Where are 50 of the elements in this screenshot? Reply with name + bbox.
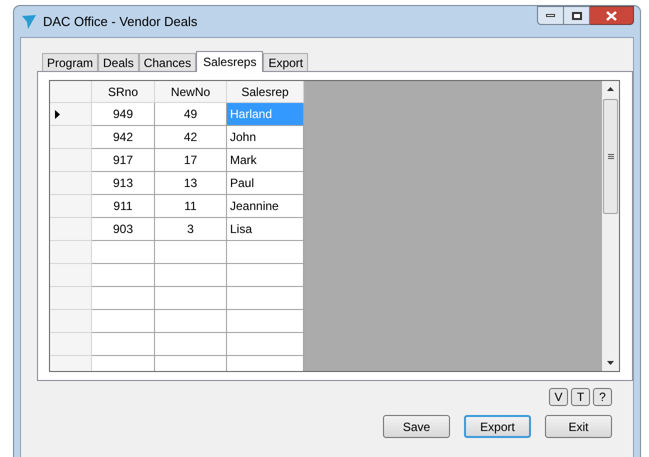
scroll-thumb[interactable] bbox=[603, 99, 618, 214]
small-button[interactable]: T bbox=[571, 388, 590, 406]
table-cell: 917 bbox=[92, 149, 155, 172]
table-cell: 17 bbox=[155, 149, 227, 172]
table-cell: 903 bbox=[92, 218, 155, 241]
table-cell: Harland bbox=[227, 103, 304, 126]
tab[interactable]: Chances bbox=[138, 53, 196, 71]
table-cell: 3 bbox=[155, 218, 227, 241]
table-cell: Jeannine bbox=[227, 195, 304, 218]
scroll-down-icon bbox=[607, 361, 614, 365]
empty-cell bbox=[155, 241, 227, 264]
column-header[interactable]: NewNo bbox=[155, 81, 227, 103]
table-cell: John bbox=[227, 126, 304, 149]
tab[interactable]: Program bbox=[42, 53, 98, 71]
small-button[interactable]: ? bbox=[593, 388, 612, 406]
table-cell: 911 bbox=[92, 195, 155, 218]
tab[interactable]: Export bbox=[263, 53, 308, 71]
column-header[interactable]: Salesrep bbox=[227, 81, 304, 103]
table-cell: 11 bbox=[155, 195, 227, 218]
scroll-up-icon bbox=[607, 87, 614, 91]
tab[interactable]: Salesreps bbox=[196, 51, 264, 72]
table-cell: Lisa bbox=[227, 218, 304, 241]
close-icon bbox=[606, 10, 617, 20]
row-header[interactable] bbox=[50, 103, 92, 126]
table-cell: 13 bbox=[155, 172, 227, 195]
corner-header bbox=[50, 81, 92, 103]
app-logo-icon bbox=[21, 14, 37, 30]
grip-icon bbox=[608, 154, 614, 159]
dialog-button[interactable]: Exit bbox=[545, 415, 612, 438]
close-button[interactable] bbox=[590, 6, 634, 25]
table-cell: 913 bbox=[92, 172, 155, 195]
dialog-button[interactable]: Export bbox=[464, 415, 531, 438]
table-cell: 42 bbox=[155, 126, 227, 149]
empty-cell bbox=[155, 333, 227, 356]
empty-cell bbox=[155, 264, 227, 287]
minimize-button[interactable] bbox=[537, 6, 564, 25]
vertical-scrollbar[interactable] bbox=[602, 81, 619, 371]
column-header[interactable]: SRno bbox=[92, 81, 155, 103]
dialog-button[interactable]: Save bbox=[383, 415, 450, 438]
maximize-button[interactable] bbox=[564, 6, 590, 25]
empty-cell bbox=[155, 287, 227, 310]
empty-cell bbox=[155, 310, 227, 333]
small-button[interactable]: V bbox=[549, 388, 568, 406]
tab[interactable]: Deals bbox=[98, 53, 139, 71]
table-cell: 942 bbox=[92, 126, 155, 149]
table-cell: Mark bbox=[227, 149, 304, 172]
table-cell: Paul bbox=[227, 172, 304, 195]
window-title: DAC Office - Vendor Deals bbox=[43, 12, 198, 31]
current-row-icon bbox=[55, 110, 60, 118]
table-cell: 949 bbox=[92, 103, 155, 126]
